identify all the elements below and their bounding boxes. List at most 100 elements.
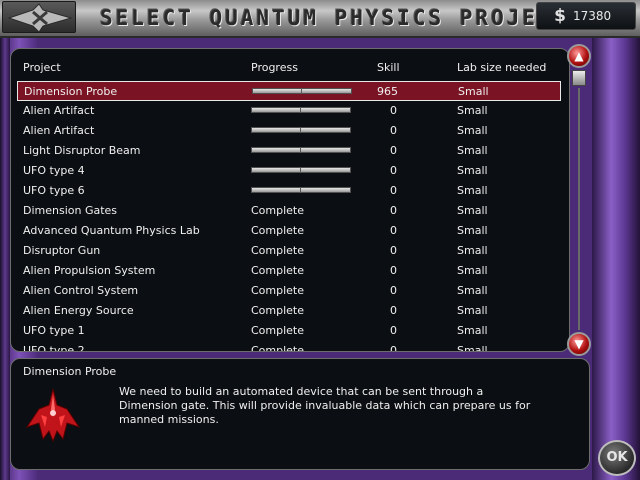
progress-bar — [251, 147, 351, 153]
project-name: Alien Control System — [23, 284, 139, 297]
progress-status: Complete — [251, 284, 305, 297]
project-name: Advanced Quantum Physics Lab — [23, 224, 200, 237]
skill-value: 0 — [390, 184, 397, 197]
lab-size-value: Small — [457, 124, 488, 137]
project-name: Alien Energy Source — [23, 304, 134, 317]
progress-bar-tick — [300, 187, 301, 193]
table-row[interactable]: Dimension Probe 965 Small — [17, 81, 561, 101]
chevron-up-icon: ▲ — [574, 49, 584, 63]
progress-bar — [251, 167, 351, 173]
table-row[interactable]: UFO type 1 Complete 0 Small — [17, 321, 561, 341]
table-row[interactable]: UFO type 4 0 Small — [17, 161, 561, 181]
lab-size-value: Small — [457, 224, 488, 237]
skill-value: 0 — [390, 124, 397, 137]
lab-size-value: Small — [457, 164, 488, 177]
skill-value: 0 — [390, 104, 397, 117]
game-logo-icon — [2, 1, 76, 33]
lab-size-value: Small — [457, 344, 488, 352]
skill-value: 0 — [390, 264, 397, 277]
lab-size-value: Small — [457, 244, 488, 257]
skill-value: 0 — [390, 284, 397, 297]
progress-status: Complete — [251, 244, 305, 257]
progress-bar — [251, 187, 351, 193]
table-row[interactable]: UFO type 6 0 Small — [17, 181, 561, 201]
table-row[interactable]: Disruptor Gun Complete 0 Small — [17, 241, 561, 261]
table-row[interactable]: Light Disruptor Beam 0 Small — [17, 141, 561, 161]
skill-value: 0 — [390, 224, 397, 237]
lab-size-value: Small — [457, 184, 488, 197]
table-row[interactable]: Advanced Quantum Physics Lab Complete 0 Sma… — [17, 221, 561, 241]
progress-bar-tick — [300, 107, 301, 113]
page-title: SELECT QUANTUM PHYSICS PROJECT — [100, 6, 570, 30]
table-row[interactable]: Dimension Gates Complete 0 Small — [17, 201, 561, 221]
skill-value: 0 — [390, 304, 397, 317]
skill-value: 0 — [390, 344, 397, 352]
scroll-up-button[interactable]: ▲ — [567, 44, 591, 68]
project-name: Light Disruptor Beam — [23, 144, 141, 157]
skill-value: 0 — [390, 164, 397, 177]
lab-size-value: Small — [457, 144, 488, 157]
lab-size-value: Small — [457, 264, 488, 277]
progress-bar — [251, 107, 351, 113]
lab-size-value: Small — [457, 104, 488, 117]
progress-bar-tick — [300, 127, 301, 133]
scroll-down-button[interactable]: ▼ — [567, 332, 591, 356]
progress-status: Complete — [251, 204, 305, 217]
title-bar: SELECT QUANTUM PHYSICS PROJECT $ 17380 — [0, 0, 640, 38]
progress-status: Complete — [251, 344, 305, 352]
table-row[interactable]: Alien Control System Complete 0 Small — [17, 281, 561, 301]
table-row[interactable]: Alien Artifact 0 Small — [17, 121, 561, 141]
lab-size-value: Small — [457, 204, 488, 217]
table-row[interactable]: Alien Propulsion System Complete 0 Small — [17, 261, 561, 281]
funds-display: $ 17380 — [536, 2, 636, 30]
column-header-progress: Progress — [251, 61, 298, 74]
project-name: UFO type 2 — [23, 344, 85, 352]
project-name: Dimension Probe — [24, 85, 118, 98]
table-row[interactable]: UFO type 2 Complete 0 Small — [17, 341, 561, 352]
description-panel: Dimension Probe We need to build an auto… — [10, 358, 590, 470]
progress-status: Complete — [251, 264, 305, 277]
progress-bar — [251, 127, 351, 133]
funds-amount: 17380 — [573, 9, 612, 23]
skill-value: 965 — [377, 85, 398, 98]
lab-size-value: Small — [457, 284, 488, 297]
project-list-panel: Project Progress Skill Lab size needed D… — [10, 48, 570, 352]
lab-size-value: Small — [457, 304, 488, 317]
progress-status: Complete — [251, 324, 305, 337]
scroll-thumb[interactable] — [572, 70, 586, 86]
lab-size-value: Small — [457, 324, 488, 337]
project-name: UFO type 1 — [23, 324, 85, 337]
project-name: Alien Artifact — [23, 124, 95, 137]
skill-value: 0 — [390, 244, 397, 257]
table-row[interactable]: Alien Energy Source Complete 0 Small — [17, 301, 561, 321]
description-title: Dimension Probe — [23, 365, 117, 378]
right-rail — [592, 38, 640, 480]
dimension-probe-craft-icon — [23, 387, 83, 447]
chevron-down-icon: ▼ — [574, 337, 584, 351]
left-rail — [0, 38, 10, 480]
skill-value: 0 — [390, 204, 397, 217]
project-name: Dimension Gates — [23, 204, 118, 217]
column-header-skill: Skill — [377, 61, 400, 74]
description-text: We need to build an automated device tha… — [119, 385, 531, 426]
ok-button[interactable]: OK — [598, 440, 636, 476]
project-name: Alien Artifact — [23, 104, 95, 117]
project-name: Alien Propulsion System — [23, 264, 156, 277]
scroll-track-line — [578, 88, 580, 330]
project-name: Disruptor Gun — [23, 244, 101, 257]
progress-status: Complete — [251, 304, 305, 317]
project-name: UFO type 6 — [23, 184, 85, 197]
progress-status: Complete — [251, 224, 305, 237]
progress-bar — [252, 88, 352, 94]
progress-bar-tick — [300, 147, 301, 153]
skill-value: 0 — [390, 324, 397, 337]
project-name: UFO type 4 — [23, 164, 85, 177]
progress-bar-tick — [300, 167, 301, 173]
progress-bar-tick — [301, 88, 302, 94]
lab-size-value: Small — [458, 85, 489, 98]
column-header-project: Project — [23, 61, 61, 74]
dollar-icon: $ — [554, 6, 566, 26]
column-header-lab-size: Lab size needed — [457, 61, 547, 74]
table-row[interactable]: Alien Artifact 0 Small — [17, 101, 561, 121]
skill-value: 0 — [390, 144, 397, 157]
